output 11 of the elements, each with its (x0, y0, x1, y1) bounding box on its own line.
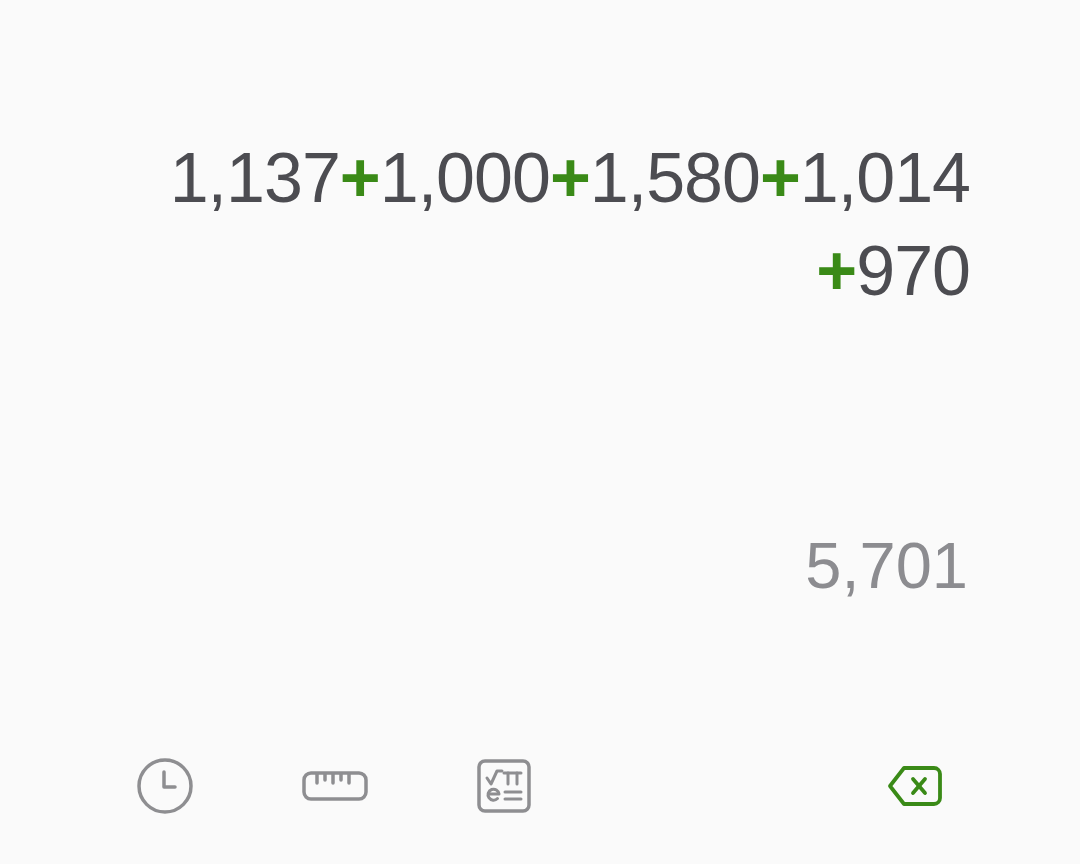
ruler-icon (302, 771, 368, 801)
result-preview: 5,701 (805, 533, 968, 598)
backspace-button[interactable] (887, 765, 943, 807)
math-symbols-icon (477, 759, 531, 813)
history-button[interactable] (137, 758, 193, 814)
backspace-icon (887, 765, 943, 807)
scientific-mode-button[interactable] (477, 759, 531, 813)
expression-line: +970 (816, 231, 970, 312)
clock-icon (137, 758, 193, 814)
unit-converter-button[interactable] (302, 771, 368, 801)
expression-line: 1,137+1,000+1,580+1,014 (169, 138, 970, 219)
